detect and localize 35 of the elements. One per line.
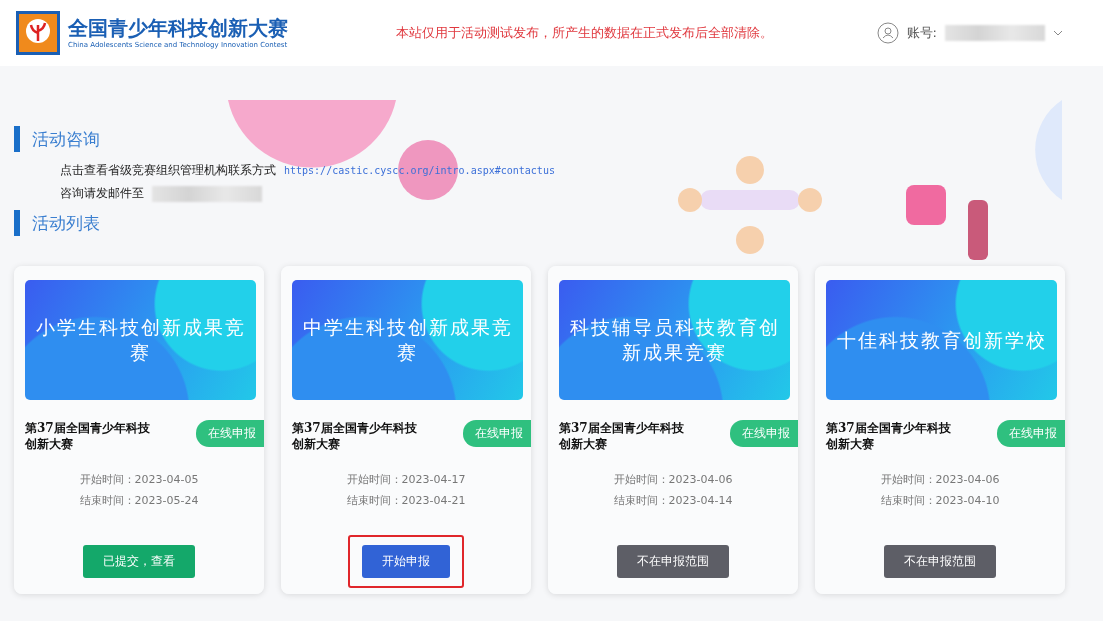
banner-title: 中学生科技创新成果竞赛 xyxy=(301,315,514,365)
start-time: 开始时间：2023-04-05 xyxy=(79,472,199,487)
end-time: 结束时间：2023-04-21 xyxy=(346,493,466,508)
status-badge: 在线申报 xyxy=(196,420,264,447)
contest-title: 第37届全国青少年科技创新大赛 xyxy=(559,420,685,452)
start-time: 开始时间：2023-04-17 xyxy=(346,472,466,487)
contest-title: 第37届全国青少年科技创新大赛 xyxy=(25,420,151,452)
email-text: 咨询请发邮件至 xyxy=(60,185,144,202)
contest-title: 第37届全国青少年科技创新大赛 xyxy=(826,420,952,452)
notice-text: 本站仅用于活动测试发布，所产生的数据在正式发布后全部清除。 xyxy=(396,24,773,42)
start-time: 开始时间：2023-04-06 xyxy=(880,472,1000,487)
end-time: 结束时间：2023-05-24 xyxy=(79,493,199,508)
status-badge: 在线申报 xyxy=(997,420,1065,447)
user-icon[interactable] xyxy=(876,22,899,44)
status-badge: 在线申报 xyxy=(730,420,798,447)
banner-title: 十佳科技教育创新学校 xyxy=(836,327,1047,353)
account-label: 账号: xyxy=(906,24,937,42)
site-title: 全国青少年科技创新大赛 xyxy=(68,16,289,40)
action-button[interactable]: 不在申报范围 xyxy=(617,545,729,578)
banner-title: 小学生科技创新成果竞赛 xyxy=(34,315,247,365)
chevron-down-icon[interactable] xyxy=(1053,30,1063,36)
end-time: 结束时间：2023-04-14 xyxy=(613,493,733,508)
start-time: 开始时间：2023-04-06 xyxy=(613,472,733,487)
status-badge: 在线申报 xyxy=(463,420,531,447)
contact-link[interactable]: https://castic.cyscc.org/intro.aspx#contactus xyxy=(284,165,555,176)
contact-text: 点击查看省级竞赛组织管理机构联系方式 xyxy=(60,162,276,179)
action-button[interactable]: 不在申报范围 xyxy=(884,545,996,578)
section-heading: 活动咨询 xyxy=(14,126,1103,152)
contest-title: 第37届全国青少年科技创新大赛 xyxy=(292,420,418,452)
banner-title: 科技辅导员科技教育创新成果竞赛 xyxy=(568,315,781,365)
logo-icon xyxy=(16,11,60,55)
section-heading: 活动列表 xyxy=(14,210,1103,236)
action-button[interactable]: 开始申报 xyxy=(362,545,450,578)
end-time: 结束时间：2023-04-10 xyxy=(880,493,1000,508)
action-button[interactable]: 已提交，查看 xyxy=(83,545,195,578)
